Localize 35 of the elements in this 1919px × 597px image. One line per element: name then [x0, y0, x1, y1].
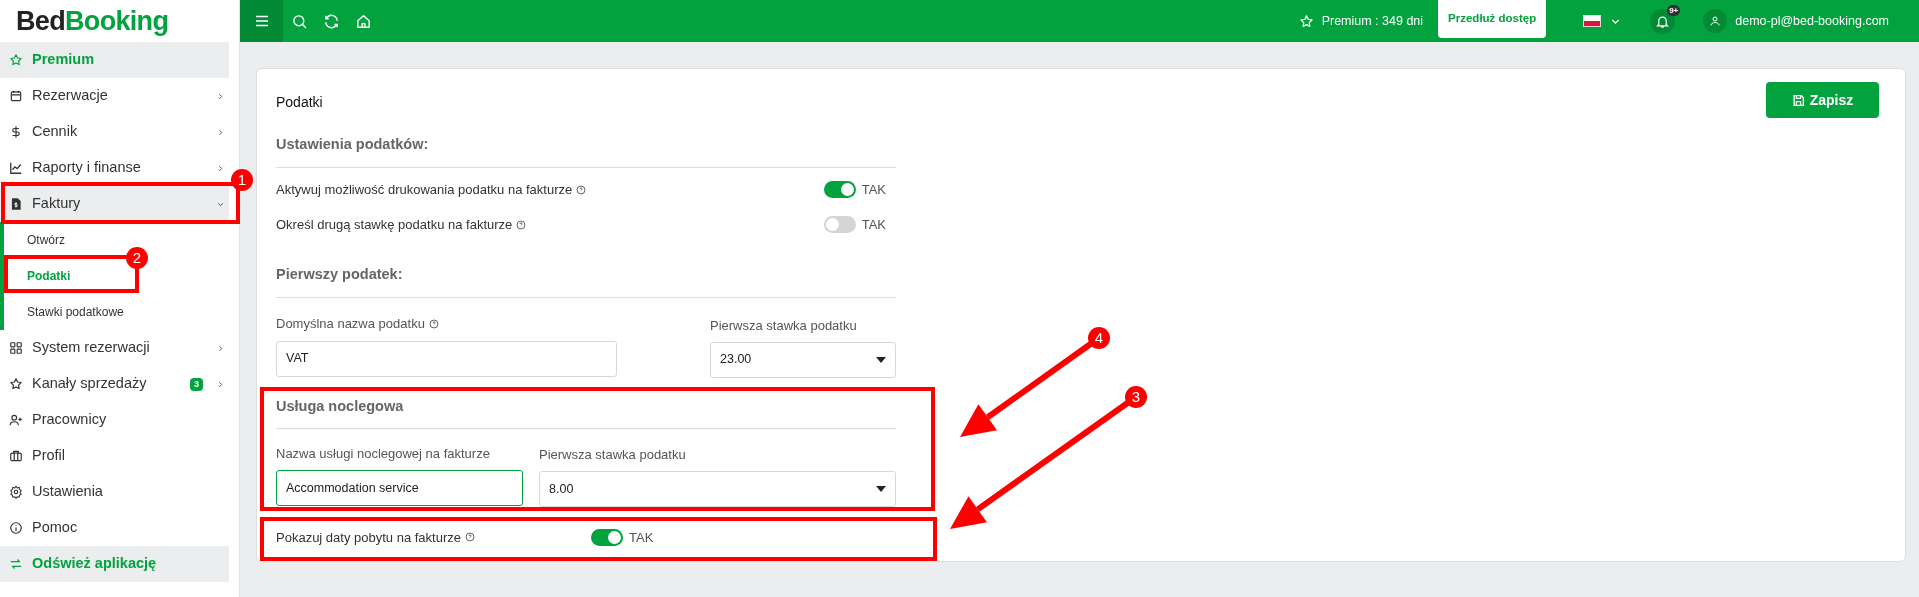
- sidebar-item[interactable]: Profil: [0, 438, 229, 474]
- field-label: Nazwa usługi noclegowej na fakturze: [276, 445, 490, 463]
- field-label: Pierwsza stawka podatku: [710, 316, 858, 333]
- toggle-value: TAK: [861, 181, 886, 199]
- page-title: Podatki: [276, 93, 323, 112]
- sidebar-item[interactable]: Pomoc: [0, 510, 229, 546]
- sidebar-item[interactable]: Rezerwacje: [0, 78, 229, 114]
- sidebar-item[interactable]: System rezerwacji: [0, 330, 229, 366]
- toggle-value: TAK: [629, 528, 654, 547]
- submenu-item[interactable]: Stawki podatkowe: [27, 303, 124, 321]
- toggle-label: Określ drugą stawkę podatku na fakturze: [276, 216, 513, 234]
- sidebar-item[interactable]: Cennik: [0, 114, 229, 150]
- sidebar-item[interactable]: Pracownicy: [0, 402, 229, 438]
- logo[interactable]: BedBooking: [16, 0, 169, 42]
- input-field[interactable]: VAT: [276, 340, 617, 377]
- sidebar-item[interactable]: Raporty i finanse: [0, 150, 229, 186]
- notification-count: 9+: [1667, 4, 1681, 16]
- sidebar-item[interactable]: Faktury: [0, 186, 229, 222]
- section-heading: Usługa noclegowa: [276, 396, 405, 416]
- input-field[interactable]: Accommodation service: [276, 470, 523, 507]
- select-field[interactable]: 23.00: [710, 341, 896, 378]
- count-badge: 3: [190, 377, 203, 391]
- step-number: 1: [231, 169, 253, 191]
- field-label: Domyślna nazwa podatku: [276, 315, 425, 334]
- field-label: Pierwsza stawka podatku: [539, 446, 687, 463]
- premium-status: Premium : 349 dni: [1321, 12, 1424, 30]
- section-heading: Ustawienia podatków:: [276, 135, 430, 154]
- sidebar-item[interactable]: Ustawienia: [0, 474, 229, 510]
- sidebar-item[interactable]: Kanały sprzedaży 3: [0, 366, 229, 402]
- section-heading: Pierwszy podatek:: [276, 264, 404, 284]
- toggle-label: Aktywuj możliwość drukowania podatku na fakturze: [276, 181, 573, 199]
- select-field[interactable]: 8.00: [539, 471, 896, 508]
- toggle-value: TAK: [861, 216, 886, 234]
- submenu-item[interactable]: Otwórz: [27, 231, 65, 249]
- toggle-label: Pokazuj daty pobytu na fakturze: [276, 528, 461, 547]
